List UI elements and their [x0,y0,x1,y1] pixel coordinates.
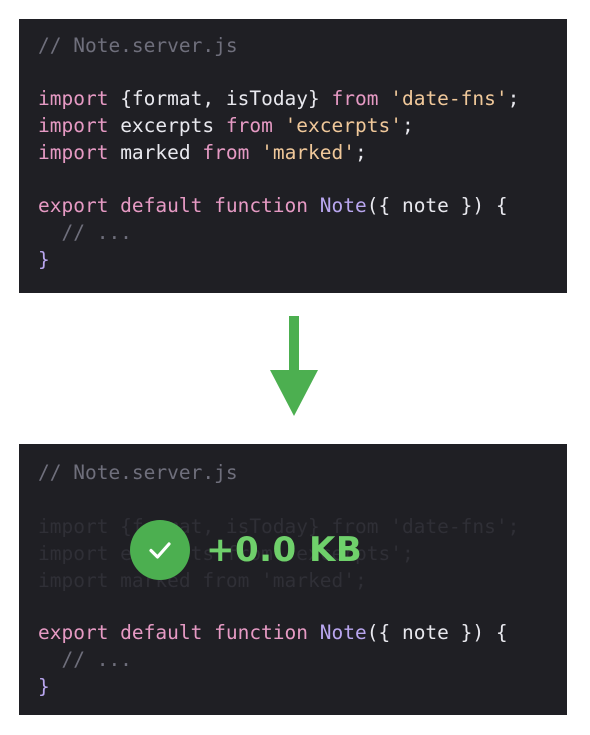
bundle-size-label: +0.0 KB [206,530,363,570]
code-line-export-function: export default function Note({ note }) { [38,194,508,217]
code-comment-filename: // Note.server.js [38,34,238,57]
code-line-import-marked: import marked from 'marked'; [38,141,367,164]
code-line-import-date-fns: import {format, isToday} from 'date-fns'… [38,87,520,110]
code-panel-before: // Note.server.js import {format, isToda… [19,19,567,293]
code-line-body-comment: // ... [38,648,132,671]
code-comment-filename: // Note.server.js [38,461,238,484]
code-line-import-excerpts: import excerpts from 'excerpts'; [38,114,414,137]
check-icon [130,520,190,580]
down-arrow-icon [270,316,318,416]
code-line-body-comment: // ... [38,221,132,244]
code-line-export-function: export default function Note({ note }) { [38,621,508,644]
code-line-closing-brace: } [38,675,50,698]
code-line-closing-brace: } [38,248,50,271]
bundle-size-badge: +0.0 KB [130,520,362,580]
